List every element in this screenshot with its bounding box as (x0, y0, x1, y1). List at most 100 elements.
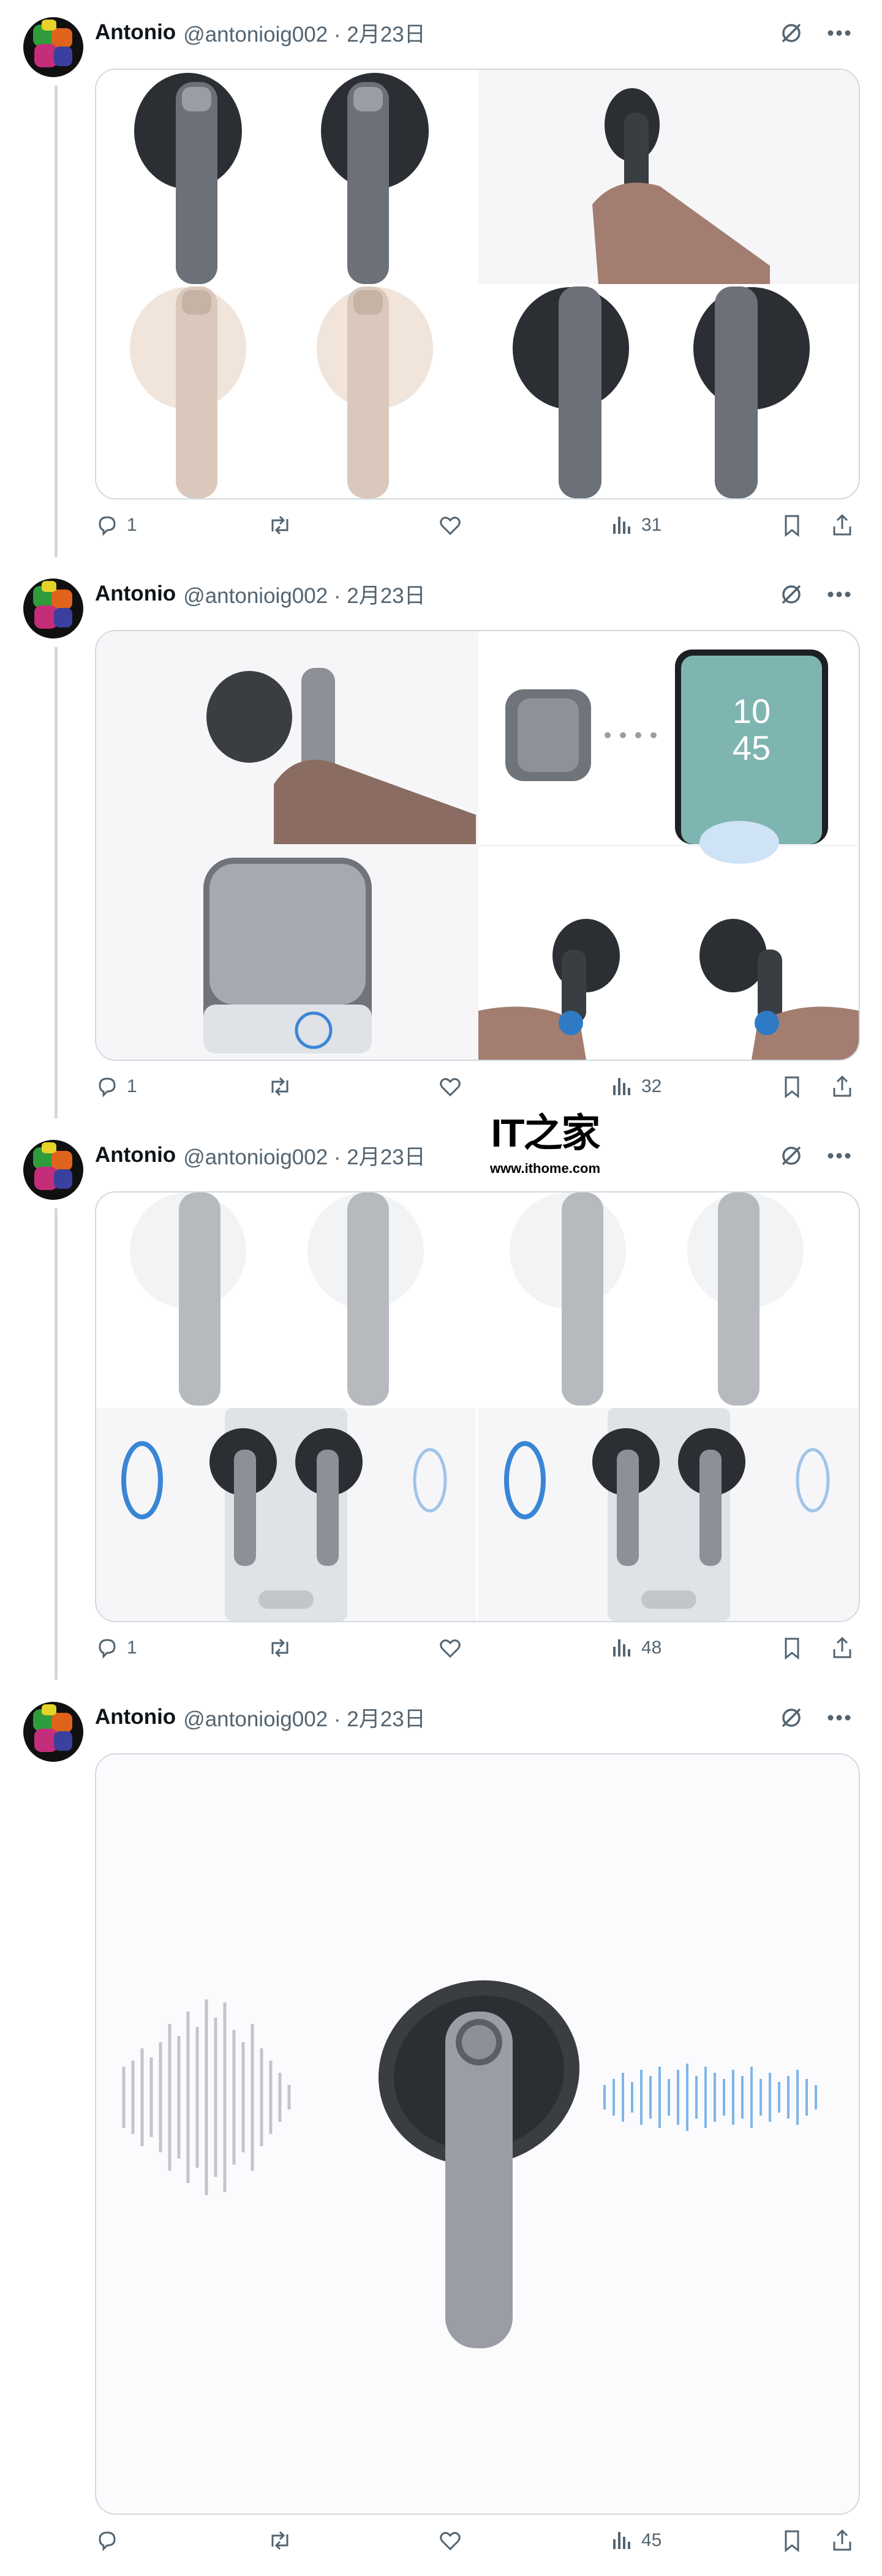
like-button[interactable] (438, 513, 462, 537)
media-image[interactable] (96, 70, 859, 498)
share-button[interactable] (830, 1074, 854, 1099)
reply-icon (95, 1636, 119, 1660)
tweet-actions: 1 48 (95, 1636, 858, 1666)
views-button[interactable]: 45 (609, 2528, 662, 2553)
bookmark-icon (781, 1074, 803, 1099)
timestamp[interactable]: 2月23日 (347, 23, 425, 47)
more-icon[interactable] (827, 591, 851, 598)
views-count: 45 (641, 2530, 662, 2550)
avatar[interactable] (23, 17, 83, 77)
clock-minute: 45 (733, 728, 771, 767)
views-icon (609, 2528, 634, 2553)
share-icon (830, 2528, 854, 2553)
tweet-header: Antonio @antonioig002 · 2月23日 (95, 582, 426, 608)
like-icon (438, 513, 462, 537)
tweet[interactable]: Antonio @antonioig002 · 2月23日 (0, 1140, 882, 1679)
timestamp[interactable]: 2月23日 (347, 1707, 425, 1731)
handle[interactable]: @antonioig002 (183, 23, 328, 47)
views-icon (609, 1636, 634, 1660)
views-count: 32 (641, 1076, 662, 1096)
timestamp[interactable]: 2月23日 (347, 584, 425, 608)
media-image[interactable]: 10 45 (96, 631, 859, 1060)
like-button[interactable] (438, 2528, 462, 2553)
tweet-header: Antonio @antonioig002 · 2月23日 (95, 20, 426, 47)
tweet-header: Antonio @antonioig002 · 2月23日 (95, 1143, 426, 1169)
avatar[interactable] (23, 1140, 83, 1200)
tweet[interactable]: Antonio @antonioig002 · 2月23日 10 45 1 32 (0, 578, 882, 1117)
bookmark-button[interactable] (781, 1636, 803, 1660)
retweet-icon (266, 1074, 293, 1099)
share-button[interactable] (830, 1636, 854, 1660)
media-grid[interactable] (95, 1191, 860, 1622)
reply-icon (95, 2528, 119, 2553)
reply-count: 1 (127, 1076, 137, 1096)
media-image[interactable] (95, 1753, 860, 2515)
clock-hour: 10 (733, 692, 771, 730)
media-image[interactable] (96, 1193, 859, 1621)
views-count: 31 (641, 515, 662, 535)
handle[interactable]: @antonioig002 (183, 584, 328, 608)
tweet-header: Antonio @antonioig002 · 2月23日 (95, 1705, 426, 1731)
like-button[interactable] (438, 1074, 462, 1099)
handle[interactable]: @antonioig002 (183, 1707, 328, 1731)
display-name[interactable]: Antonio (95, 582, 176, 606)
avatar[interactable] (23, 578, 83, 638)
more-icon[interactable] (827, 29, 851, 37)
like-icon (438, 1636, 462, 1660)
tweet-actions: 1 32 (95, 1074, 858, 1105)
share-button[interactable] (830, 2528, 854, 2553)
views-count: 48 (641, 1638, 662, 1658)
reply-count: 1 (127, 515, 137, 535)
tweet-actions: 1 31 (95, 513, 858, 544)
like-button[interactable] (438, 1636, 462, 1660)
views-button[interactable]: 32 (609, 1074, 662, 1099)
grok-icon[interactable] (779, 582, 804, 607)
display-name[interactable]: Antonio (95, 1705, 176, 1729)
reply-button[interactable]: 1 (95, 1636, 137, 1660)
views-icon (609, 513, 634, 537)
avatar[interactable] (23, 1702, 83, 1762)
retweet-button[interactable] (266, 2528, 293, 2553)
retweet-icon (266, 1636, 293, 1660)
bookmark-button[interactable] (781, 2528, 803, 2553)
like-icon (438, 2528, 462, 2553)
tweet[interactable]: Antonio @antonioig002 · 2月23日 (0, 17, 882, 556)
retweet-icon (266, 513, 293, 537)
retweet-button[interactable] (266, 513, 293, 537)
reply-icon (95, 1074, 119, 1099)
share-icon (830, 1074, 854, 1099)
share-icon (830, 513, 854, 537)
bookmark-icon (781, 1636, 803, 1660)
bookmark-button[interactable] (781, 513, 803, 537)
media-grid[interactable] (95, 69, 860, 500)
reply-icon (95, 513, 119, 537)
grok-icon[interactable] (779, 1705, 804, 1730)
views-button[interactable]: 31 (609, 513, 662, 537)
views-icon (609, 1074, 634, 1099)
display-name[interactable]: Antonio (95, 1143, 176, 1167)
more-icon[interactable] (827, 1714, 851, 1721)
share-icon (830, 1636, 854, 1660)
reply-button[interactable] (95, 2528, 127, 2553)
views-button[interactable]: 48 (609, 1636, 662, 1660)
reply-button[interactable]: 1 (95, 513, 137, 537)
retweet-button[interactable] (266, 1636, 293, 1660)
bookmark-icon (781, 513, 803, 537)
tweet[interactable]: Antonio @antonioig002 · 2月23日 (0, 1702, 882, 2571)
grok-icon[interactable] (779, 1144, 804, 1168)
bookmark-button[interactable] (781, 1074, 803, 1099)
more-icon[interactable] (827, 1152, 851, 1159)
grok-icon[interactable] (779, 21, 804, 45)
display-name[interactable]: Antonio (95, 20, 176, 45)
retweet-button[interactable] (266, 1074, 293, 1099)
share-button[interactable] (830, 513, 854, 537)
retweet-icon (266, 2528, 293, 2553)
reply-button[interactable]: 1 (95, 1074, 137, 1099)
like-icon (438, 1074, 462, 1099)
tweet-actions: 45 (95, 2528, 858, 2559)
timestamp[interactable]: 2月23日 (347, 1145, 425, 1169)
handle[interactable]: @antonioig002 (183, 1145, 328, 1169)
bookmark-icon (781, 2528, 803, 2553)
reply-count: 1 (127, 1638, 137, 1658)
media-grid[interactable]: 10 45 (95, 630, 860, 1061)
